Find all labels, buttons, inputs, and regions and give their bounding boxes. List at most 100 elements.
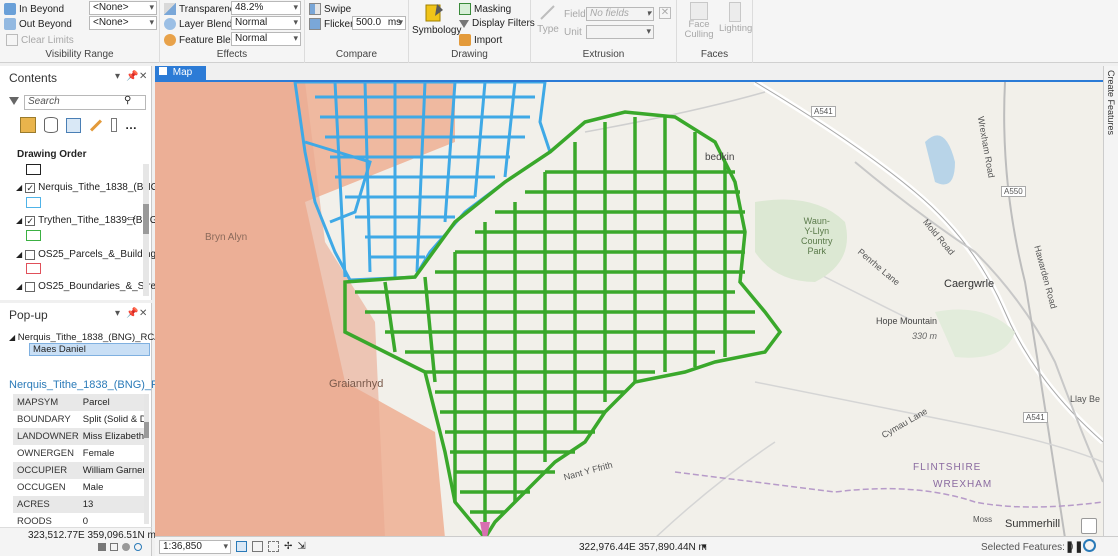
zoom-to-icon[interactable] — [134, 543, 142, 551]
layer-name: OS25_Boundaries_&_Stream — [38, 281, 170, 292]
popup-header-link[interactable]: Nerquis_Tithe_1838_(BNG)_R... — [9, 379, 168, 391]
layer-visibility-checkbox[interactable] — [25, 249, 36, 260]
symbology-label: Symbology — [412, 25, 462, 36]
scale-select[interactable]: 1:36,850 — [159, 540, 231, 554]
list-by-editing-icon[interactable] — [89, 118, 103, 132]
pin-icon[interactable]: 📌 — [126, 71, 138, 82]
crosshair-icon[interactable]: ✢ — [284, 541, 292, 552]
contents-toolbar: … — [20, 117, 137, 133]
list-by-source-icon[interactable] — [44, 117, 58, 133]
import-button[interactable]: Import — [459, 34, 502, 46]
in-beyond-row[interactable]: In Beyond — [4, 3, 64, 15]
attribute-value: Parcel — [82, 397, 110, 408]
popup-scrollbar[interactable] — [144, 394, 149, 524]
layer-row-trythen[interactable]: ◢ ✓ Trythen_Tithe_1839_(BNG)_T — [16, 215, 172, 226]
layer-blend-label: Layer Blend — [179, 18, 233, 30]
field-select[interactable]: No fields — [586, 7, 654, 21]
attribute-value: Miss Elizabeth Giff — [82, 431, 149, 442]
face-culling-button[interactable]: Face Culling — [681, 2, 717, 40]
water-body — [925, 135, 955, 185]
popup-coords: 323,512.77E 359,096.51N m — [28, 530, 156, 541]
symbology-button[interactable]: Symbology — [412, 2, 461, 36]
out-beyond-select[interactable]: <None> — [89, 16, 157, 30]
field-clear-icon[interactable]: ✕ — [659, 7, 671, 19]
selected-features[interactable]: Selected Features: 0 — [981, 542, 1073, 553]
map-label-llay: Llay Be — [1070, 394, 1101, 404]
snap-icon[interactable] — [268, 541, 279, 552]
resize-cursor-icon: ⇔ — [124, 209, 138, 225]
transparency-input[interactable]: 48.2% — [231, 1, 301, 15]
expand-icon[interactable]: ◢ — [9, 333, 15, 342]
attribute-key: LANDOWNER — [17, 431, 79, 442]
clear-limits-button[interactable]: Clear Limits — [6, 34, 74, 46]
list-by-selection-icon[interactable] — [66, 117, 81, 133]
create-features-label[interactable]: Create Features — [1106, 70, 1116, 135]
filter-layers-icon[interactable] — [9, 97, 19, 105]
display-filters-button[interactable]: Display Filters — [459, 18, 535, 29]
lighting-label: Lighting — [719, 23, 753, 34]
layer-symbol-trythen[interactable] — [26, 230, 41, 241]
layer-blend-select[interactable]: Normal — [231, 16, 301, 30]
create-features-strip[interactable]: Create Features — [1103, 66, 1118, 536]
drawing-group: Symbology Masking Display Filters Import… — [409, 0, 535, 63]
popup-tree-layer[interactable]: ◢ Nerquis_Tithe_1838_(BNG)_RCAHM — [9, 332, 175, 343]
layer-visibility-checkbox[interactable]: ✓ — [25, 215, 36, 226]
list-by-snapping-icon[interactable] — [111, 118, 117, 132]
layer-symbol-nerquis[interactable] — [26, 197, 41, 208]
navigate-icon[interactable]: ⇲ — [297, 541, 305, 552]
scrollbar-thumb[interactable] — [143, 204, 149, 234]
close-icon[interactable]: ✕ — [139, 308, 147, 319]
clear-limits-icon — [6, 34, 18, 46]
pane-menu-icon[interactable]: ▾ — [115, 71, 120, 82]
refresh-icon[interactable] — [1083, 539, 1096, 552]
faces-group: Face Culling Lighting Faces — [677, 0, 753, 63]
map-label-wrexham: WREXHAM — [933, 479, 993, 490]
map-frame-icon[interactable] — [26, 164, 41, 175]
tab-map[interactable]: Map ✕ — [155, 66, 206, 92]
clear-limits-label: Clear Limits — [21, 34, 74, 46]
extrusion-type-button[interactable]: Type — [535, 3, 561, 35]
extrusion-label: Extrusion — [582, 49, 625, 60]
pin-icon[interactable]: 📌 — [126, 308, 138, 319]
unit-select[interactable] — [586, 25, 654, 39]
map-label-graianrhyd: Graianrhyd — [329, 378, 384, 390]
map-label-waun-y-llyn: Waun- Y-Llyn Country Park — [801, 216, 833, 256]
table-row: OWNERGEN Female — [13, 445, 149, 462]
flicker-input[interactable]: 500.0 ms — [352, 16, 406, 30]
map-view[interactable]: Bryn Alyn Graianrhyd bedkin Waun- Y-Llyn… — [155, 80, 1103, 536]
pause-icon[interactable]: ❚❚ — [1065, 540, 1083, 553]
flash-icon[interactable] — [122, 543, 130, 551]
out-beyond-row[interactable]: Out Beyond — [4, 18, 72, 30]
map-refresh-icon[interactable] — [1081, 518, 1097, 534]
scrollbar-thumb[interactable] — [144, 422, 149, 438]
layer-blend-icon — [164, 18, 176, 30]
lighting-button[interactable]: Lighting — [719, 2, 753, 34]
expand-icon[interactable]: ◢ — [16, 250, 22, 259]
expand-icon[interactable]: ◢ — [16, 282, 22, 291]
print-icon[interactable] — [98, 543, 106, 551]
attribute-key: OCCUPIER — [17, 465, 68, 476]
close-icon[interactable]: ✕ — [139, 71, 147, 82]
layer-visibility-checkbox[interactable] — [25, 281, 36, 292]
pane-menu-icon[interactable]: ▾ — [115, 308, 120, 319]
contents-scrollbar[interactable] — [143, 164, 149, 296]
expand-icon[interactable]: ◢ — [16, 216, 22, 225]
coords-dropdown-icon[interactable]: ▾ — [702, 541, 707, 552]
list-by-drawing-order-icon[interactable] — [20, 117, 36, 133]
swipe-button[interactable]: Swipe — [309, 3, 351, 15]
table-icon[interactable] — [252, 541, 263, 552]
import-icon — [459, 34, 471, 46]
feature-blend-select[interactable]: Normal — [231, 32, 301, 46]
grid-icon[interactable] — [236, 541, 247, 552]
popup-tree-feature[interactable]: Maes Daniel — [29, 343, 150, 356]
in-beyond-select[interactable]: <None> — [89, 1, 157, 15]
map-collapse-icon[interactable]: ▾ — [1096, 82, 1101, 83]
expand-icon[interactable]: ◢ — [16, 183, 22, 192]
layer-symbol-os25-parcels[interactable] — [26, 263, 41, 274]
export-icon[interactable] — [110, 543, 118, 551]
layer-visibility-checkbox[interactable]: ✓ — [25, 182, 36, 193]
masking-button[interactable]: Masking — [459, 3, 511, 15]
table-row: OCCUGEN Male — [13, 479, 149, 496]
search-icon[interactable]: ⚲ — [124, 95, 131, 106]
more-options-icon[interactable]: … — [125, 118, 137, 132]
